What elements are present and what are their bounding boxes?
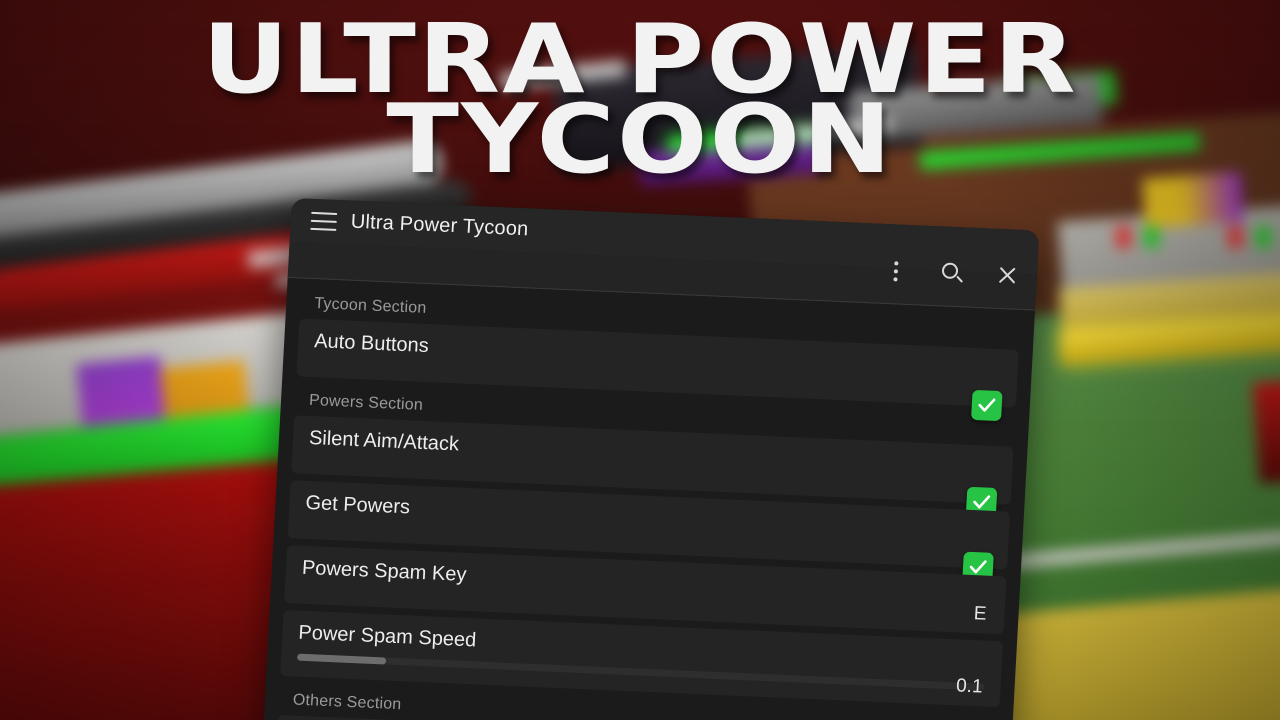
panel-body: Tycoon Section Auto Buttons Powers Secti… xyxy=(262,278,1035,720)
close-icon[interactable] xyxy=(994,263,1021,290)
hamburger-menu-icon[interactable] xyxy=(310,211,338,231)
row-label: Get Powers xyxy=(304,491,411,519)
panel-title: Ultra Power Tycoon xyxy=(350,210,530,241)
search-icon[interactable] xyxy=(938,260,965,287)
keybind-value[interactable]: E xyxy=(973,603,987,626)
row-label: Powers Spam Key xyxy=(301,556,467,586)
slider-fill xyxy=(296,653,387,665)
script-hub-panel: Ultra Power Tycoon Tycoon Section Auto B… xyxy=(261,198,1040,720)
row-label: Power Spam Speed xyxy=(297,621,477,652)
vertical-dots-icon[interactable] xyxy=(882,258,909,285)
slider-value: 0.1 xyxy=(955,675,984,698)
check-icon[interactable] xyxy=(970,389,1003,422)
